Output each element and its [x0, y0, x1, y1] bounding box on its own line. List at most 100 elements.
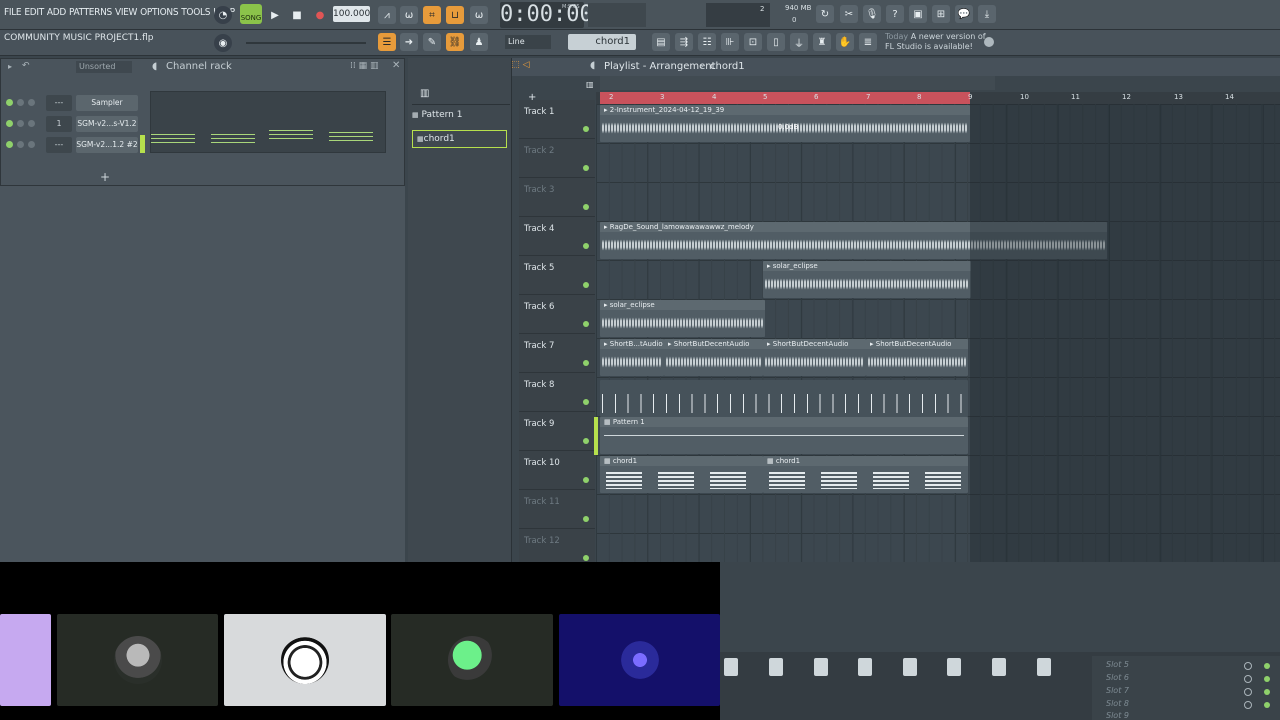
mixer-fader[interactable] — [724, 658, 738, 676]
mixer-view-icon[interactable]: ⊪ — [721, 33, 739, 51]
slot-knob-icon[interactable] — [1244, 701, 1252, 709]
arrange-icon[interactable]: ⇶ — [675, 33, 693, 51]
menu-file[interactable]: FILE — [4, 7, 22, 18]
mixer-fader[interactable] — [858, 658, 872, 676]
step-edit-icon[interactable]: ⊔ — [446, 6, 464, 24]
audio-clip[interactable]: ▸ 2-Instrument_2024-04-12_19_39 0.0dB — [600, 105, 970, 142]
metronome-icon[interactable]: ⩘ — [378, 6, 396, 24]
forward-icon[interactable]: ➜ — [400, 33, 418, 51]
track-mute-led[interactable] — [583, 243, 589, 249]
slot-knob-icon[interactable] — [1244, 662, 1252, 670]
channel-leds[interactable] — [6, 141, 35, 148]
track-header[interactable]: Track 9 — [519, 412, 595, 451]
pattern-clip[interactable]: ▦ Pattern 1 — [600, 417, 968, 454]
piano-icon[interactable]: ▥ — [586, 80, 598, 90]
track-mute-led[interactable] — [583, 516, 589, 522]
track-mute-led[interactable] — [583, 204, 589, 210]
pattern-selector[interactable]: chord1 — [568, 34, 636, 50]
pattern-clip[interactable]: ▦ chord1 — [763, 456, 968, 493]
piano-icon[interactable]: ▥ — [420, 88, 429, 99]
participant-card[interactable] — [559, 614, 720, 706]
track-header[interactable]: Track 2 — [519, 139, 595, 178]
slot-led[interactable] — [1264, 702, 1270, 708]
playlist-scrollbar[interactable] — [600, 76, 995, 90]
track-header[interactable]: Track 10 — [519, 451, 595, 490]
pattern-clip[interactable]: ▦ chord1 — [600, 456, 763, 493]
track-mute-led[interactable] — [583, 360, 589, 366]
channel-name-button[interactable]: Sampler — [76, 95, 138, 111]
playlist-view-icon[interactable]: ☰ — [378, 33, 396, 51]
track-mute-led[interactable] — [583, 282, 589, 288]
loop-record-icon[interactable]: ω — [470, 6, 488, 24]
audio-clip[interactable]: ▸ ShortButDecentAudio — [664, 339, 763, 376]
mixer-icon[interactable]: ⊞ — [932, 5, 950, 23]
tempo-display[interactable]: 100.000 — [333, 6, 370, 22]
effect-slot[interactable]: Slot 6 — [1098, 673, 1278, 685]
track-header[interactable]: Track 3 — [519, 178, 595, 217]
add-channel-button[interactable]: + — [100, 170, 110, 184]
track-mute-led[interactable] — [583, 321, 589, 327]
picker-item-pattern1[interactable]: ▦ Pattern 1 — [412, 110, 506, 126]
track-mute-led[interactable] — [583, 438, 589, 444]
plug-icon[interactable]: ⏚ — [790, 33, 808, 51]
piano-roll-icon[interactable]: ▤ — [652, 33, 670, 51]
browser-icon[interactable]: ⊡ — [744, 33, 762, 51]
picker-item-chord1[interactable]: ▦chord1 — [412, 130, 507, 148]
playlist-breadcrumb[interactable]: chord1 — [710, 61, 745, 72]
slot-led[interactable] — [1264, 663, 1270, 669]
list-icon[interactable]: ≣ — [859, 33, 877, 51]
song-mode-button[interactable]: SONG — [240, 4, 262, 24]
cut-icon[interactable]: ✂ — [840, 5, 858, 23]
track-mute-led[interactable] — [583, 165, 589, 171]
channel-name-button[interactable]: SGM-v2...1.2 #2 — [76, 137, 138, 153]
mixer-fader[interactable] — [947, 658, 961, 676]
audio-clip[interactable]: ▸ ShortButDecentAudio — [763, 339, 866, 376]
channel-filter[interactable]: Unsorted — [76, 61, 132, 73]
track-header[interactable]: Track 8 — [519, 373, 595, 412]
record-icon[interactable]: ● — [311, 6, 329, 24]
slot-knob-icon[interactable] — [1244, 675, 1252, 683]
arrow-right-icon[interactable]: ▸ — [8, 62, 12, 71]
pencil-icon[interactable]: ✎ — [423, 33, 441, 51]
stop-icon[interactable]: ■ — [288, 6, 306, 24]
master-pitch-knob-icon[interactable]: ◉ — [214, 34, 232, 52]
save-icon[interactable]: ▣ — [909, 5, 927, 23]
master-volume-knob-icon[interactable]: ◔ — [214, 6, 232, 24]
news-panel[interactable]: Today A newer version of FL Studio is ava… — [885, 32, 986, 52]
close-icon[interactable]: ✕ — [392, 60, 400, 71]
snap-selector[interactable]: Line — [505, 35, 551, 49]
link-icon[interactable]: ⛓ — [446, 33, 464, 51]
document-icon[interactable]: ▯ — [767, 33, 785, 51]
mixer-fader[interactable] — [769, 658, 783, 676]
download-icon[interactable]: ⤓ — [978, 5, 996, 23]
channel-rack-icon[interactable]: ☷ — [698, 33, 716, 51]
menu-tools[interactable]: TOOLS — [181, 7, 210, 18]
hand-icon[interactable]: ✋ — [836, 33, 854, 51]
help-icon[interactable]: ? — [886, 5, 904, 23]
audio-clip[interactable]: ▸ ShortB...tAudio — [600, 339, 664, 376]
master-pitch-slider[interactable] — [246, 42, 366, 44]
effect-slot[interactable]: Slot 7 — [1098, 686, 1278, 698]
menu-edit[interactable]: EDIT — [24, 7, 44, 18]
track-header[interactable]: Track 5 — [519, 256, 595, 295]
audio-clip[interactable]: ▸ solar_eclipse — [763, 261, 971, 298]
track-header[interactable]: Track 7 — [519, 334, 595, 373]
channel-leds[interactable] — [6, 99, 35, 106]
chat-icon[interactable]: 💬 — [955, 5, 973, 23]
menu-add[interactable]: ADD — [47, 7, 66, 18]
countdown-icon[interactable]: ⌗ — [423, 6, 441, 24]
track-mute-led[interactable] — [583, 555, 589, 561]
mixer-fader[interactable] — [1037, 658, 1051, 676]
grid-view-icon[interactable]: ⁞⁞ ▦ ▥ — [350, 61, 378, 71]
participant-card[interactable] — [391, 614, 553, 706]
track-mute-led[interactable] — [583, 126, 589, 132]
mixer-fader[interactable] — [903, 658, 917, 676]
menu-options[interactable]: OPTIONS — [140, 7, 178, 18]
menu-view[interactable]: VIEW — [115, 7, 137, 18]
effect-slot[interactable]: Slot 8 — [1098, 699, 1278, 711]
plugin-icon[interactable]: ♟ — [470, 33, 488, 51]
participant-card[interactable] — [224, 614, 386, 706]
track-header[interactable]: Track 11 — [519, 490, 595, 529]
track-header[interactable]: Track 6 — [519, 295, 595, 334]
track-mute-led[interactable] — [583, 477, 589, 483]
